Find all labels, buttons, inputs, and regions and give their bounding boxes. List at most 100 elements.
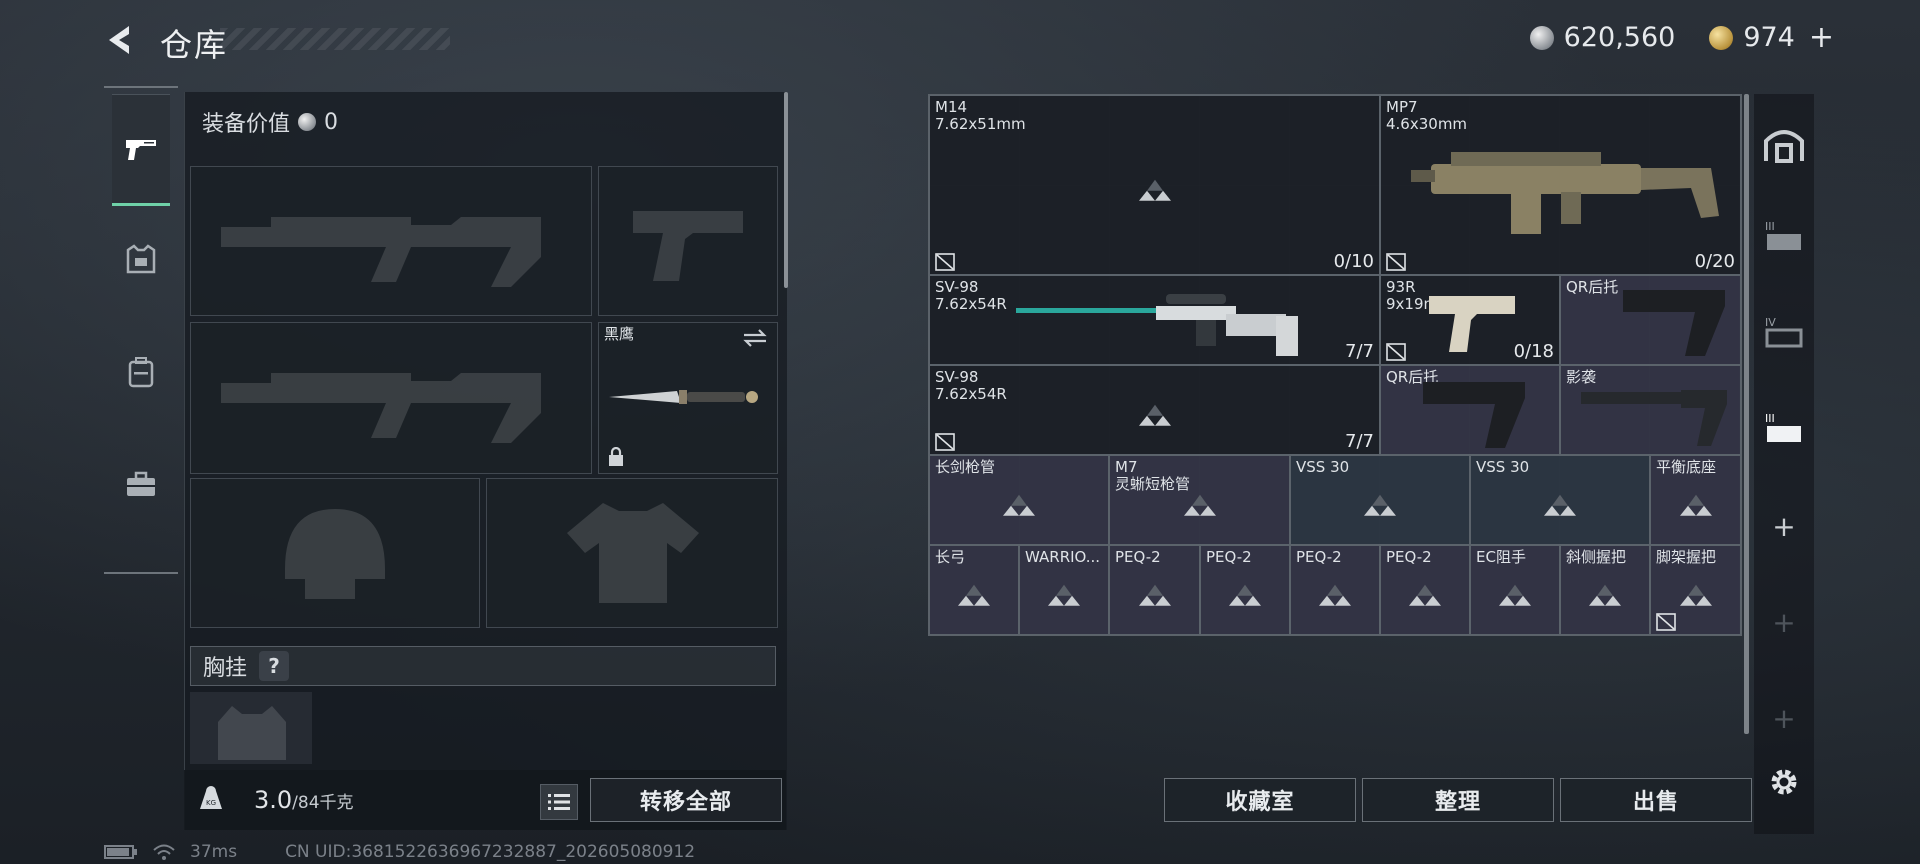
svg-text:III: III [1765,220,1775,233]
storage-page-3b[interactable]: III [1760,404,1808,452]
storage-page-main[interactable] [1760,120,1808,168]
item-name: M14 7.62x51mm [935,98,1026,133]
mp7-gun-icon [1411,152,1719,234]
case-icon [127,471,155,496]
primary-weapon-slot[interactable] [190,166,592,316]
storage-item-m7-barrel[interactable]: M7 灵蜥短枪管 [1109,455,1290,545]
storage-item-93r[interactable]: 93R 9x19mm 0/18 [1380,275,1560,365]
triangle-placeholder-icon [1048,584,1080,606]
triangle-placeholder-icon [1183,494,1216,516]
lock-icon [609,447,623,466]
equipment-value: 装备价值 0 [202,106,338,138]
weight-readout: 3.0/84千克 [254,786,354,814]
storage-item-balance-base[interactable]: 平衡底座 [1650,455,1741,545]
triangle-placeholder-icon [1138,404,1171,426]
settings-button[interactable] [1760,758,1808,806]
stock-icon [1623,290,1725,356]
storage-tier-4-icon: IV [1765,316,1803,348]
weight-icon: KG [194,780,228,814]
back-arrow-icon [109,26,129,54]
storage-item-warrior[interactable]: WARRIO... [1019,545,1109,635]
storage-item-ec-handstop[interactable]: EC阻手 [1470,545,1560,635]
unlocked-icon [1386,343,1406,361]
storage-item-peq2-4[interactable]: PEQ-2 [1380,545,1470,635]
item-name: VSS 30 [1476,458,1530,476]
silver-coin-icon [298,113,317,131]
swap-icon[interactable] [741,327,769,349]
warehouse-icon [1764,130,1804,163]
storage-item-m14[interactable]: M14 7.62x51mm 0/10 [929,95,1380,275]
item-name: SV-98 7.62x54R [935,368,1007,403]
storage-item-qr-stock[interactable]: QR后托 [1560,275,1741,365]
tab-armor[interactable] [112,206,170,314]
storage-item-longbow[interactable]: 长弓 [929,545,1019,635]
chest-rig-header: 胸挂 ? [190,646,776,686]
storage-item-angled-grip[interactable]: 斜侧握把 [1560,545,1650,635]
chest-rig-label: 胸挂 [203,656,248,681]
chest-rig-slot[interactable] [190,692,312,764]
add-currency-button[interactable]: + [1809,20,1834,55]
storage-item-mp7[interactable]: MP7 4.6x30mm 0/20 [1380,95,1741,275]
pistol-silhouette-icon [633,211,743,281]
equipment-tabs [104,86,178,574]
item-name: PEQ-2 [1206,548,1252,566]
storage-item-sv98-2[interactable]: SV-98 7.62x54R 7/7 [929,365,1380,455]
add-storage-page-button-disabled[interactable]: + [1760,598,1808,646]
item-name: 平衡底座 [1656,458,1717,476]
ammo-count: 0/10 [1333,251,1374,272]
triangle-placeholder-icon [1138,179,1171,201]
triangle-placeholder-icon [1229,584,1261,606]
scrollbar[interactable] [784,92,788,288]
tab-backpack[interactable] [112,318,170,426]
item-name: PEQ-2 [1115,548,1161,566]
storage-item-peq2-3[interactable]: PEQ-2 [1290,545,1380,635]
collection-button[interactable]: 收藏室 [1164,778,1356,822]
triangle-placeholder-icon [1589,584,1621,606]
item-name: WARRIO... [1025,548,1101,566]
rifle-silhouette-icon [221,373,541,443]
storage-scrollbar[interactable] [1744,94,1749,734]
list-view-button[interactable] [540,784,578,820]
item-name: 脚架握把 [1656,548,1717,566]
triangle-placeholder-icon [1364,494,1396,516]
sort-button[interactable]: 整理 [1362,778,1554,822]
storage-page-4[interactable]: IV [1760,308,1808,356]
transfer-all-button[interactable]: 转移全部 [590,778,782,822]
add-storage-page-button-disabled[interactable]: + [1760,694,1808,742]
help-button[interactable]: ? [259,651,290,681]
storage-item-qr-stock-2[interactable]: QR后托 [1380,365,1560,455]
status-bar: 37ms CN UID:3681522636967232887_20260508… [104,842,695,862]
helmet-slot[interactable] [190,478,480,628]
item-name: VSS 30 [1296,458,1350,476]
vest-silhouette-icon [218,706,286,760]
add-storage-page-button[interactable]: + [1760,502,1808,550]
storage-tier-3-icon: III [1765,412,1801,442]
storage-tier-3-icon: III [1765,220,1801,250]
storage-page-3[interactable]: III [1760,212,1808,260]
tab-weapons[interactable] [112,94,170,206]
ammo-count: 7/7 [1345,431,1374,452]
unlocked-icon [1386,253,1406,271]
storage-item-vss30[interactable]: VSS 30 [1290,455,1470,545]
gold-coin-icon [1709,25,1734,50]
back-button[interactable] [100,22,140,58]
storage-item-peq2[interactable]: PEQ-2 [1109,545,1200,635]
unlocked-icon [1656,613,1676,631]
storage-item-sv98[interactable]: SV-98 7.62x54R 7/7 [929,275,1380,365]
tab-case[interactable] [112,430,170,538]
sidearm-slot[interactable] [598,166,778,316]
storage-item-barrel[interactable]: 长剑枪管 [929,455,1109,545]
secondary-weapon-slot[interactable] [190,322,592,474]
storage-item-shadow-stock[interactable]: 影袭 [1560,365,1741,455]
storage-item-vss30-2[interactable]: VSS 30 [1470,455,1650,545]
sell-button[interactable]: 出售 [1560,778,1752,822]
storage-item-bipod-grip[interactable]: 脚架握把 [1650,545,1741,635]
svg-text:KG: KG [206,799,216,807]
gear-icon [1771,769,1797,795]
melee-slot[interactable]: 黑鹰 [598,322,778,474]
body-armor-slot[interactable] [486,478,778,628]
triangle-placeholder-icon [1319,584,1351,606]
ammo-count: 7/7 [1345,341,1374,362]
battery-icon [104,845,137,859]
storage-item-peq2-2[interactable]: PEQ-2 [1200,545,1290,635]
